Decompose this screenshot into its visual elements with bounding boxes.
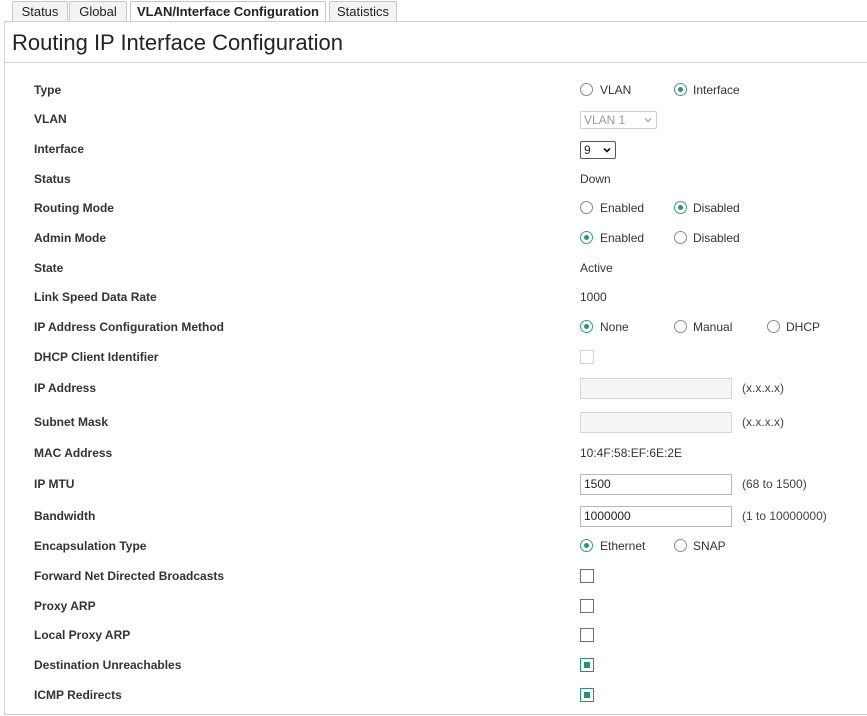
- vlan-label: VLAN: [34, 112, 67, 126]
- ip-method-none-radio[interactable]: [580, 320, 593, 333]
- row-icmp-redirects: ICMP Redirects: [0, 681, 867, 709]
- row-ip-address: IP Address (x.x.x.x): [0, 374, 867, 402]
- type-interface-label: Interface: [693, 83, 740, 97]
- row-ip-method: IP Address Configuration Method None Man…: [0, 313, 867, 341]
- status-value: Down: [580, 172, 611, 186]
- bandwidth-input[interactable]: 1000000: [580, 506, 732, 527]
- row-encapsulation: Encapsulation Type Ethernet SNAP: [0, 532, 867, 560]
- tab-bar: Status Global VLAN/Interface Configurati…: [0, 0, 867, 23]
- status-label: Status: [34, 172, 71, 186]
- encapsulation-ethernet-radio[interactable]: [580, 539, 593, 552]
- row-local-proxy-arp: Local Proxy ARP: [0, 621, 867, 649]
- ip-mtu-label: IP MTU: [34, 477, 75, 491]
- bandwidth-label: Bandwidth: [34, 509, 96, 523]
- type-label: Type: [34, 83, 62, 97]
- icmp-redirects-label: ICMP Redirects: [34, 688, 122, 702]
- ip-method-dhcp-radio[interactable]: [767, 320, 780, 333]
- encapsulation-snap-label: SNAP: [693, 539, 726, 553]
- row-admin-mode: Admin Mode Enabled Disabled: [0, 224, 867, 252]
- interface-select-value: 9: [584, 143, 591, 157]
- tab-vlan-interface-configuration[interactable]: VLAN/Interface Configuration: [130, 1, 326, 23]
- row-mac-address: MAC Address 10:4F:58:EF:6E:2E: [0, 439, 867, 467]
- routing-mode-label: Routing Mode: [34, 201, 114, 215]
- state-value: Active: [580, 261, 613, 275]
- row-interface: Interface 9: [0, 135, 867, 163]
- local-proxy-arp-checkbox[interactable]: [580, 628, 594, 642]
- routing-mode-enabled-label: Enabled: [600, 201, 645, 215]
- mac-address-label: MAC Address: [34, 446, 113, 460]
- fwd-net-directed-label: Forward Net Directed Broadcasts: [34, 569, 225, 583]
- encapsulation-label: Encapsulation Type: [34, 539, 147, 553]
- ip-method-none-label: None: [600, 320, 629, 334]
- local-proxy-arp-label: Local Proxy ARP: [34, 628, 131, 642]
- subnet-mask-input[interactable]: [580, 412, 732, 433]
- row-proxy-arp: Proxy ARP: [0, 592, 867, 620]
- proxy-arp-checkbox[interactable]: [580, 599, 594, 613]
- proxy-arp-label: Proxy ARP: [34, 599, 96, 613]
- page-title: Routing IP Interface Configuration: [12, 30, 344, 55]
- mac-address-value: 10:4F:58:EF:6E:2E: [580, 446, 683, 460]
- bandwidth-hint: (1 to 10000000): [742, 509, 827, 523]
- dhcp-client-id-checkbox[interactable]: [580, 350, 594, 364]
- state-label: State: [34, 261, 64, 275]
- admin-mode-label: Admin Mode: [34, 231, 106, 245]
- ip-method-dhcp-label: DHCP: [786, 320, 821, 334]
- type-vlan-label: VLAN: [600, 83, 632, 97]
- icmp-redirects-checkbox[interactable]: [580, 688, 594, 702]
- row-type: Type VLAN Interface: [0, 76, 867, 104]
- subnet-mask-label: Subnet Mask: [34, 415, 109, 429]
- encapsulation-snap-radio[interactable]: [674, 539, 687, 552]
- subnet-mask-hint: (x.x.x.x): [742, 415, 784, 429]
- row-dest-unreachables: Destination Unreachables: [0, 651, 867, 679]
- admin-mode-enabled-radio[interactable]: [580, 231, 593, 244]
- row-ip-mtu: IP MTU 1500 (68 to 1500): [0, 470, 867, 498]
- row-subnet-mask: Subnet Mask (x.x.x.x): [0, 408, 867, 436]
- row-status: Status Down: [0, 165, 867, 193]
- type-interface-radio[interactable]: [674, 83, 687, 96]
- admin-mode-disabled-label: Disabled: [693, 231, 740, 245]
- tab-statistics[interactable]: Statistics: [329, 1, 397, 21]
- row-bandwidth: Bandwidth 1000000 (1 to 10000000): [0, 502, 867, 530]
- ip-mtu-input[interactable]: 1500: [580, 474, 732, 495]
- dest-unreachables-label: Destination Unreachables: [34, 658, 182, 672]
- chevron-down-icon: [603, 147, 611, 153]
- encapsulation-ethernet-label: Ethernet: [600, 539, 646, 553]
- vlan-select[interactable]: VLAN 1: [580, 111, 657, 129]
- ip-address-hint: (x.x.x.x): [742, 381, 784, 395]
- admin-mode-disabled-radio[interactable]: [674, 231, 687, 244]
- interface-label: Interface: [34, 142, 85, 156]
- link-speed-value: 1000: [580, 290, 607, 304]
- routing-mode-enabled-radio[interactable]: [580, 201, 593, 214]
- title-divider: [5, 62, 867, 63]
- routing-mode-disabled-radio[interactable]: [674, 201, 687, 214]
- type-vlan-radio[interactable]: [580, 83, 593, 96]
- row-link-speed: Link Speed Data Rate 1000: [0, 283, 867, 311]
- link-speed-label: Link Speed Data Rate: [34, 290, 157, 304]
- dest-unreachables-checkbox[interactable]: [580, 658, 594, 672]
- row-vlan: VLAN VLAN 1: [0, 105, 867, 133]
- admin-mode-enabled-label: Enabled: [600, 231, 645, 245]
- interface-select[interactable]: 9: [580, 141, 616, 159]
- row-dhcp-client-id: DHCP Client Identifier: [0, 343, 867, 371]
- ip-address-label: IP Address: [34, 381, 97, 395]
- ip-method-manual-radio[interactable]: [674, 320, 687, 333]
- row-routing-mode: Routing Mode Enabled Disabled: [0, 194, 867, 222]
- dhcp-client-id-label: DHCP Client Identifier: [34, 350, 159, 364]
- ip-method-label: IP Address Configuration Method: [34, 320, 225, 334]
- tab-status[interactable]: Status: [12, 1, 68, 21]
- tab-global[interactable]: Global: [69, 1, 127, 21]
- row-state: State Active: [0, 254, 867, 282]
- row-fwd-net-directed: Forward Net Directed Broadcasts: [0, 562, 867, 590]
- ip-method-manual-label: Manual: [693, 320, 733, 334]
- ip-address-input[interactable]: [580, 378, 732, 399]
- vlan-select-value: VLAN 1: [584, 113, 626, 127]
- chevron-down-icon: [644, 118, 652, 123]
- routing-mode-disabled-label: Disabled: [693, 201, 740, 215]
- ip-mtu-hint: (68 to 1500): [742, 477, 807, 491]
- fwd-net-directed-checkbox[interactable]: [580, 569, 594, 583]
